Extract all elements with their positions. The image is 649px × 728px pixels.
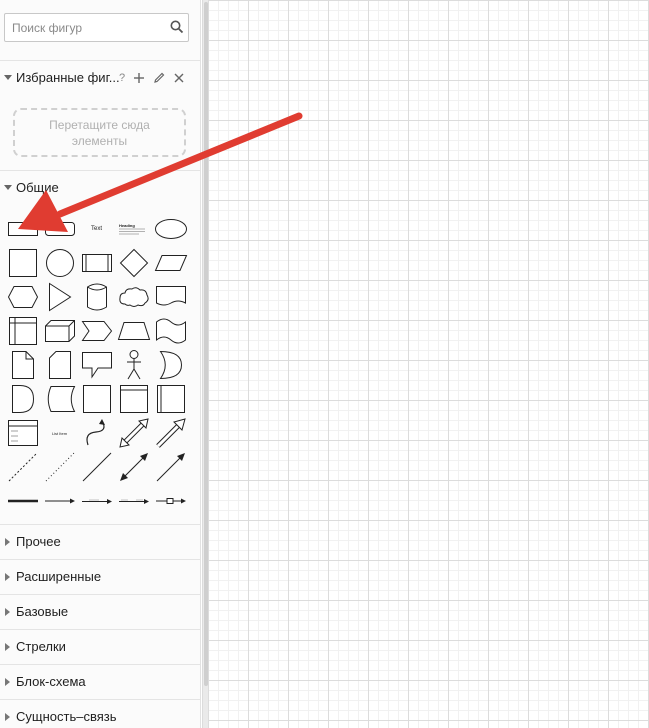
favorites-dropzone[interactable]: Перетащите сюда элементы xyxy=(13,108,186,157)
general-title: Общие xyxy=(16,180,59,195)
shape-list[interactable] xyxy=(4,416,41,450)
shape-cylinder[interactable] xyxy=(78,280,115,314)
shape-connector-two-labels[interactable] xyxy=(115,484,152,518)
shape-data-storage[interactable] xyxy=(41,382,78,416)
shape-connector-arrow[interactable] xyxy=(41,484,78,518)
shape-trapezoid[interactable] xyxy=(115,314,152,348)
shape-cube[interactable] xyxy=(41,314,78,348)
expand-triangle-icon xyxy=(0,630,16,664)
expand-triangle-icon xyxy=(0,525,16,559)
shapes-sidebar: Избранные фиг... ? Перетащите сюда элеме… xyxy=(0,0,201,728)
section-header-other[interactable]: Прочее xyxy=(0,524,200,559)
section-label: Сущность–связь xyxy=(16,709,117,724)
shape-textbox[interactable]: Heading xyxy=(115,212,152,246)
drawing-canvas[interactable] xyxy=(208,0,649,728)
shape-diamond[interactable] xyxy=(115,246,152,280)
search-icon[interactable] xyxy=(170,20,184,34)
shape-line[interactable] xyxy=(78,450,115,484)
general-section-header[interactable]: Общие xyxy=(0,170,200,205)
shape-rectangle[interactable] xyxy=(4,212,41,246)
shape-process[interactable] xyxy=(78,246,115,280)
shape-dashed-line[interactable] xyxy=(4,450,41,484)
shape-ellipse[interactable] xyxy=(152,212,189,246)
section-header-basic[interactable]: Базовые xyxy=(0,594,200,629)
shape-bidirectional-connector[interactable] xyxy=(115,450,152,484)
shape-dotted-line[interactable] xyxy=(41,450,78,484)
shape-text[interactable]: Text xyxy=(78,212,115,246)
close-icon[interactable] xyxy=(172,71,186,85)
shape-triangle[interactable] xyxy=(41,280,78,314)
edit-pencil-icon[interactable] xyxy=(152,71,166,85)
expand-triangle-icon xyxy=(0,595,16,629)
section-header-advanced[interactable]: Расширенные xyxy=(0,559,200,594)
shape-hexagon[interactable] xyxy=(4,280,41,314)
shape-note[interactable] xyxy=(4,348,41,382)
shape-arrow[interactable] xyxy=(152,416,189,450)
expand-triangle-icon xyxy=(0,560,16,594)
shape-bidirectional-arrow[interactable] xyxy=(115,416,152,450)
section-label: Расширенные xyxy=(16,569,102,584)
shape-or[interactable] xyxy=(152,348,189,382)
shape-callout[interactable] xyxy=(78,348,115,382)
shape-internal-storage[interactable] xyxy=(4,314,41,348)
shape-delay[interactable] xyxy=(4,382,41,416)
shape-connector-box[interactable] xyxy=(152,484,189,518)
shape-container-side[interactable] xyxy=(152,382,189,416)
shape-parallelogram[interactable] xyxy=(152,246,189,280)
shape-text-label: Text xyxy=(90,226,102,232)
favorites-section-header[interactable]: Избранные фиг... ? xyxy=(0,60,200,95)
shape-circle[interactable] xyxy=(41,246,78,280)
shape-directional-connector[interactable] xyxy=(152,450,189,484)
collapse-triangle-icon xyxy=(0,61,16,95)
section-label: Блок-схема xyxy=(16,674,86,689)
shape-square[interactable] xyxy=(4,246,41,280)
shape-container-header[interactable] xyxy=(115,382,152,416)
section-label: Базовые xyxy=(16,604,69,619)
shape-cloud[interactable] xyxy=(115,280,152,314)
section-label: Прочее xyxy=(16,534,61,549)
add-icon[interactable] xyxy=(132,71,146,85)
shape-curve[interactable] xyxy=(78,416,115,450)
help-icon[interactable]: ? xyxy=(118,71,126,85)
shape-rounded-rectangle[interactable] xyxy=(41,212,78,246)
shape-tape[interactable] xyxy=(152,314,189,348)
shape-list-item[interactable]: List Item xyxy=(41,416,78,450)
favorites-title: Избранные фиг... xyxy=(16,70,120,85)
shape-connector-label[interactable] xyxy=(78,484,115,518)
shape-link[interactable] xyxy=(4,484,41,518)
collapse-triangle-icon xyxy=(0,171,16,205)
shape-document[interactable] xyxy=(152,280,189,314)
shape-step[interactable] xyxy=(78,314,115,348)
shape-list-item-label: List Item xyxy=(51,430,68,436)
search-box xyxy=(4,13,189,42)
shape-card[interactable] xyxy=(41,348,78,382)
shape-actor[interactable] xyxy=(115,348,152,382)
shape-container-square[interactable] xyxy=(78,382,115,416)
expand-triangle-icon xyxy=(0,665,16,699)
expand-triangle-icon xyxy=(0,700,16,728)
section-header-arrows[interactable]: Стрелки xyxy=(0,629,200,664)
section-header-entity-relation[interactable]: Сущность–связь xyxy=(0,699,200,728)
text-lines-icon xyxy=(119,228,145,234)
search-input[interactable] xyxy=(5,14,165,41)
section-header-flowchart[interactable]: Блок-схема xyxy=(0,664,200,699)
section-label: Стрелки xyxy=(16,639,66,654)
